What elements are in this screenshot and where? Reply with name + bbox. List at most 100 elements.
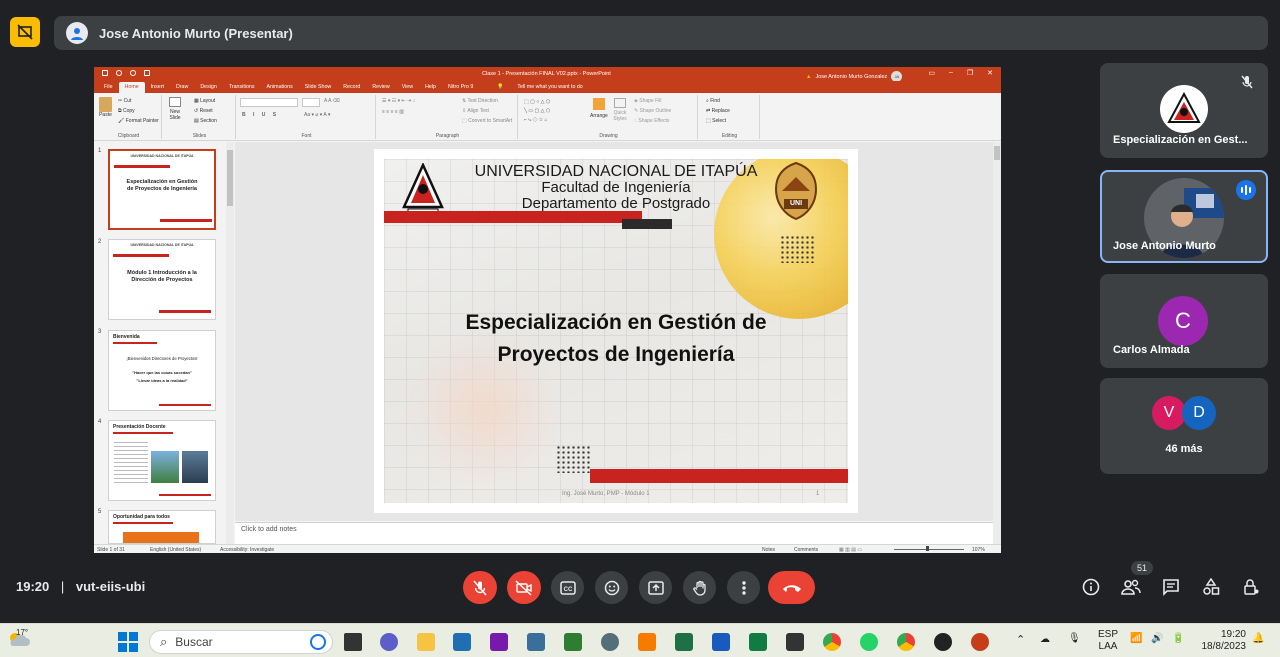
cut-button[interactable]: ✂ Cut — [118, 98, 131, 104]
present-screen-button[interactable] — [639, 571, 672, 604]
tab-record[interactable]: Record — [337, 82, 366, 93]
close-icon[interactable]: ✕ — [987, 69, 993, 77]
project-icon[interactable] — [749, 633, 767, 651]
thumbnails-scrollbar[interactable] — [226, 142, 234, 544]
task-view-icon[interactable] — [344, 633, 362, 651]
tab-insert[interactable]: Insert — [145, 82, 170, 93]
new-slide-button[interactable]: New Slide — [168, 97, 182, 121]
restore-icon[interactable]: ❐ — [967, 69, 973, 77]
font-size-select[interactable] — [302, 98, 320, 109]
slide-thumbnail[interactable]: Bienvenida ¡Bienvenidos Directores de Pr… — [108, 330, 216, 411]
tell-me-search[interactable]: 💡 Tell me what you want to do — [485, 82, 594, 93]
section-button[interactable]: ▤ Section — [194, 118, 217, 124]
microphone-icon[interactable]: 🎙 — [1068, 633, 1081, 644]
ribbon-display-icon[interactable]: ▭ — [928, 69, 935, 77]
shapes-gallery[interactable]: ⬚ ▢ ○ △ ⬡ ╲ ▭ ▢ △ ⬠ ⌐ ⤷ ⟐ ☆ ⌂ — [524, 98, 550, 125]
slide-thumbnail[interactable]: UNIVERSIDAD NACIONAL DE ITAPÚA Módulo 1 … — [108, 239, 216, 320]
font-family-select[interactable] — [240, 98, 298, 109]
app-icon[interactable] — [786, 633, 804, 651]
notification-icon[interactable]: 🔔 — [1252, 633, 1264, 644]
tab-review[interactable]: Review — [366, 82, 395, 93]
participant-tile[interactable]: C Carlos Almada — [1100, 274, 1268, 368]
media-player-icon[interactable] — [934, 633, 952, 651]
network-icon[interactable]: 📶 — [1130, 633, 1142, 644]
people-button[interactable] — [1120, 576, 1142, 598]
font-style-buttons[interactable]: B I U S — [242, 112, 279, 118]
raise-hand-button[interactable] — [683, 571, 716, 604]
tray-overflow-icon[interactable]: ⌃ — [1016, 633, 1025, 646]
view-buttons[interactable]: ▦ ▥ ▤ ▭ — [839, 547, 862, 553]
taskbar-clock[interactable]: 19:20 18/8/2023 — [1198, 629, 1247, 653]
current-slide[interactable]: UNI UNIVERSIDAD NACIONAL DE ITAPÚA Facul… — [374, 149, 858, 513]
find-button[interactable]: ⌕ Find — [706, 98, 720, 104]
app-icon[interactable] — [564, 633, 582, 651]
camera-toggle-button[interactable] — [507, 571, 541, 604]
canvas-scrollbar[interactable] — [993, 142, 1001, 544]
notes-toggle[interactable]: Notes — [762, 547, 775, 553]
whatsapp-icon[interactable] — [860, 633, 878, 651]
quick-styles-button[interactable]: Quick Styles — [612, 98, 628, 122]
participant-tile-active[interactable]: Jose Antonio Murto — [1100, 170, 1268, 263]
minimize-icon[interactable]: – — [949, 69, 953, 77]
format-painter-button[interactable]: 🖌 Format Painter — [118, 118, 159, 124]
teams-chat-icon[interactable] — [380, 633, 398, 651]
notes-pane[interactable]: Click to add notes — [235, 522, 993, 544]
zoom-level[interactable]: 107% — [972, 547, 985, 553]
font-color-buttons[interactable]: Aa ▾ ⌀ ▾ A ▾ — [304, 112, 330, 118]
leave-call-button[interactable] — [768, 571, 815, 604]
mic-toggle-button[interactable] — [463, 571, 497, 604]
tab-animations[interactable]: Animations — [261, 82, 299, 93]
presenter-pill[interactable]: Jose Antonio Murto (Presentar) — [54, 16, 1268, 50]
chrome-icon[interactable] — [823, 633, 841, 651]
text-direction-button[interactable]: ⇅ Text Direction — [462, 98, 498, 104]
more-participants-tile[interactable]: V D 46 más — [1100, 378, 1268, 474]
reset-button[interactable]: ↺ Reset — [194, 108, 213, 114]
excel-icon[interactable] — [675, 633, 693, 651]
tab-draw[interactable]: Draw — [170, 82, 194, 93]
list-buttons[interactable]: ☰ ▾ ☷ ▾ ⇤ ⇥ ↕ — [382, 98, 415, 104]
copy-button[interactable]: ⧉ Copy — [118, 108, 135, 114]
cloud-icon[interactable]: ☁ — [1040, 634, 1050, 645]
store-icon[interactable] — [453, 633, 471, 651]
scrollbar-thumb[interactable] — [227, 150, 233, 206]
redo-icon[interactable] — [130, 70, 136, 76]
save-icon[interactable] — [102, 70, 108, 76]
more-options-button[interactable] — [727, 571, 760, 604]
tab-design[interactable]: Design — [194, 82, 223, 93]
start-button[interactable] — [118, 632, 138, 652]
activities-button[interactable] — [1200, 576, 1222, 598]
tab-slide-show[interactable]: Slide Show — [299, 82, 338, 93]
participant-tile[interactable]: Especialización en Gest... — [1100, 63, 1268, 158]
battery-icon[interactable]: 🔋 — [1172, 633, 1184, 644]
tab-file[interactable]: File — [98, 82, 119, 93]
accessibility-status[interactable]: Accessibility: Investigate — [220, 547, 274, 553]
powerpoint-icon[interactable] — [971, 633, 989, 651]
host-controls-button[interactable] — [1240, 576, 1262, 598]
meeting-details-button[interactable] — [1080, 576, 1102, 598]
select-button[interactable]: ⬚ Select — [706, 118, 726, 124]
tab-home[interactable]: Home — [118, 82, 145, 93]
tab-view[interactable]: View — [396, 82, 419, 93]
align-buttons[interactable]: ≡ ≡ ≡ ≡ ▥ — [382, 109, 404, 115]
volume-icon[interactable]: 🔊 — [1151, 633, 1163, 644]
paste-button[interactable]: Paste — [99, 97, 112, 118]
snipping-tool-icon[interactable] — [638, 633, 656, 651]
chrome-profile-icon[interactable] — [897, 633, 915, 651]
chat-button[interactable] — [1160, 576, 1182, 598]
reactions-button[interactable] — [595, 571, 628, 604]
tab-help[interactable]: Help — [419, 82, 442, 93]
app-icon[interactable] — [601, 633, 619, 651]
onenote-icon[interactable] — [490, 633, 508, 651]
smartart-button[interactable]: ⬚ Convert to SmartArt — [462, 118, 512, 124]
weather-widget[interactable]: 17° — [6, 628, 32, 652]
slide-thumbnail[interactable]: Presentación Docente — [108, 420, 216, 501]
font-grow-shrink-buttons[interactable]: A A ⌫ — [324, 98, 340, 104]
slide-thumbnail[interactable]: UNIVERSIDAD NACIONAL DE ITAPÚA Especiali… — [108, 149, 216, 230]
word-icon[interactable] — [712, 633, 730, 651]
comments-toggle[interactable]: Comments — [794, 547, 818, 553]
file-explorer-icon[interactable] — [417, 633, 435, 651]
presentation-toggle-button[interactable] — [10, 17, 40, 47]
slide-thumbnail[interactable]: Oportunidad para todos — [108, 510, 216, 544]
shape-outline-button[interactable]: ✎ Shape Outline — [634, 108, 671, 114]
start-slideshow-icon[interactable] — [144, 70, 150, 76]
